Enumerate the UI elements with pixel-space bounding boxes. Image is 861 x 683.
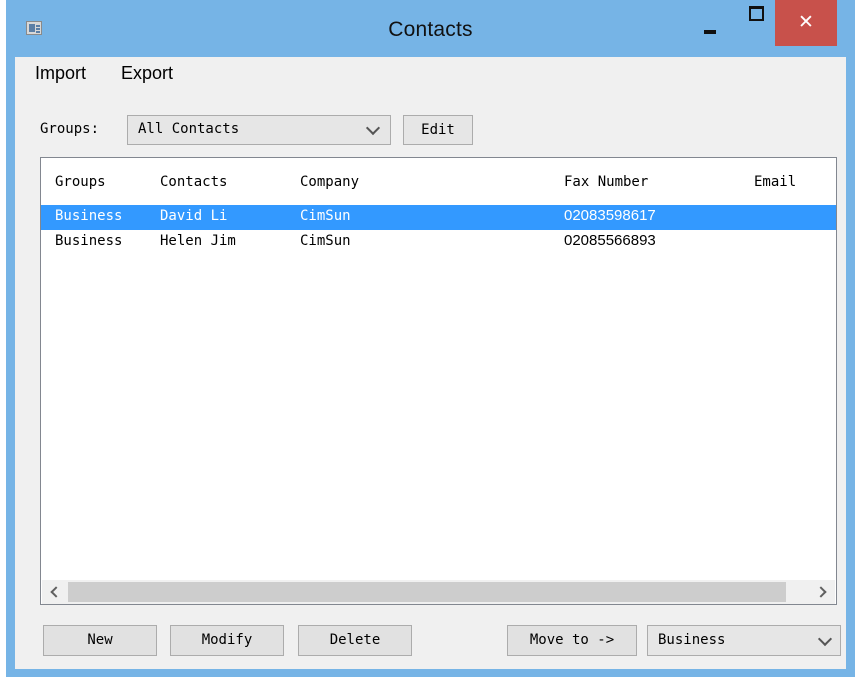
maximize-icon [749, 6, 764, 21]
column-header-groups[interactable]: Groups [55, 174, 106, 190]
groups-filter-dropdown[interactable]: All Contacts [127, 115, 391, 145]
groups-filter-value: All Contacts [138, 121, 240, 137]
cell-company: CimSun [300, 233, 351, 249]
delete-button[interactable]: Delete [298, 625, 412, 656]
table-row[interactable]: Business Helen Jim CimSun 02085566893 [41, 230, 836, 255]
column-header-fax-number[interactable]: Fax Number [564, 174, 648, 190]
new-button[interactable]: New [43, 625, 157, 656]
chevron-down-icon [365, 120, 381, 136]
list-header: Groups Contacts Company Fax Number Email [41, 158, 836, 204]
cell-contact: Helen Jim [160, 233, 236, 249]
close-icon: ✕ [798, 11, 814, 33]
edit-groups-button[interactable]: Edit [403, 115, 473, 145]
column-header-company[interactable]: Company [300, 174, 359, 190]
groups-label: Groups: [40, 121, 100, 137]
modify-button[interactable]: Modify [170, 625, 284, 656]
minimize-icon [704, 30, 716, 34]
move-to-button[interactable]: Move to -> [507, 625, 637, 656]
contacts-list[interactable]: Groups Contacts Company Fax Number Email… [40, 157, 837, 605]
menu-export[interactable]: Export [121, 63, 173, 84]
maximize-button[interactable] [736, 0, 776, 44]
cell-group: Business [55, 208, 123, 224]
horizontal-scrollbar[interactable] [42, 580, 835, 604]
chevron-right-icon [815, 586, 827, 598]
move-target-value: Business [658, 632, 726, 648]
cell-fax-number: 02085566893 [564, 232, 656, 249]
menu-bar: Import Export [15, 57, 846, 95]
window-client-area: Import Export Groups: All Contacts Edit … [15, 57, 846, 669]
column-header-email[interactable]: Email [754, 174, 796, 190]
table-row[interactable]: Business David Li CimSun 02083598617 [41, 205, 836, 230]
column-header-contacts[interactable]: Contacts [160, 174, 227, 190]
menu-import[interactable]: Import [35, 63, 86, 84]
chevron-down-icon [817, 631, 833, 647]
title-bar[interactable]: Contacts ✕ [6, 0, 855, 56]
move-target-group-dropdown[interactable]: Business [647, 625, 841, 656]
close-button[interactable]: ✕ [775, 0, 837, 46]
chevron-left-icon [50, 586, 62, 598]
scrollbar-thumb[interactable] [68, 582, 786, 602]
cell-group: Business [55, 233, 123, 249]
cell-company: CimSun [300, 208, 351, 224]
contacts-window: Contacts ✕ Import Export Groups: All Con… [6, 0, 855, 677]
cell-contact: David Li [160, 208, 228, 224]
scroll-right-button[interactable] [810, 580, 835, 604]
minimize-button[interactable] [690, 0, 730, 44]
scroll-left-button[interactable] [42, 580, 67, 604]
cell-fax-number: 02083598617 [564, 207, 656, 224]
